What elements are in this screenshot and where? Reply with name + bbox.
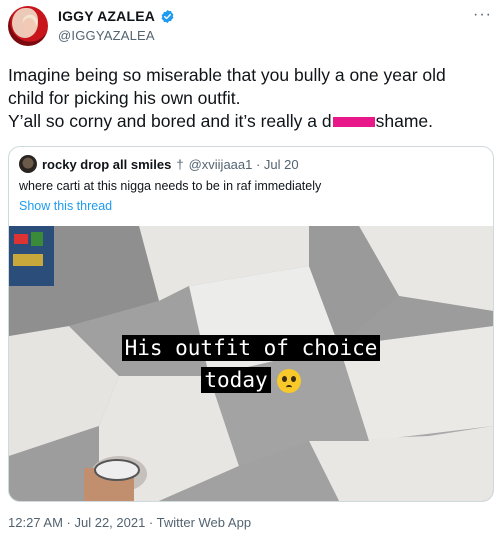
author-avatar[interactable] [8,6,48,46]
quoted-name-symbol: † [176,156,184,172]
censor-bar [332,117,375,128]
pleading-face-emoji-icon [276,369,301,393]
author-handle[interactable]: @IGGYAZALEA [58,28,155,43]
quoted-tweet-text: where carti at this nigga needs to be in… [19,179,322,193]
avatar-face [22,18,36,36]
playmat-image [9,226,493,501]
show-thread-link[interactable]: Show this thread [19,199,112,213]
author-name[interactable]: IGGY AZALEA [58,8,155,24]
author-name-row: IGGY AZALEA [58,8,175,24]
caption-text-1: His outfit of choice [121,335,381,361]
quoted-tweet-header: rocky drop all smiles † @xviijaaa1 · Jul… [19,155,299,173]
tweet-line-3: Y’all so corny and bored and it’s really… [8,110,498,133]
media-caption-line-1: His outfit of choice [9,335,493,361]
quoted-media[interactable]: His outfit of choice today [9,226,493,501]
quoted-author-name[interactable]: rocky drop all smiles [42,157,171,172]
quoted-tweet[interactable]: rocky drop all smiles † @xviijaaa1 · Jul… [8,146,494,502]
more-options-icon[interactable]: ··· [473,6,492,24]
quoted-author-avatar[interactable] [19,155,37,173]
media-caption-line-2: today [9,367,493,393]
tweet-line-3-end: shame. [375,111,434,131]
verified-badge-icon [161,9,174,23]
tweet-timestamp[interactable]: 12:27 AM · Jul 22, 2021 · Twitter Web Ap… [8,515,251,530]
tweet-line-1: Imagine being so miserable that you bull… [8,65,446,85]
tweet-text: Imagine being so miserable that you bull… [8,64,498,133]
tweet-line-2: child for picking his own outfit. [8,88,241,108]
quoted-handle-date: @xviijaaa1 · Jul 20 [188,156,299,172]
caption-text-2: today [201,367,271,393]
tweet-line-3-start: Y’all so corny and bored and it’s really… [8,111,332,131]
